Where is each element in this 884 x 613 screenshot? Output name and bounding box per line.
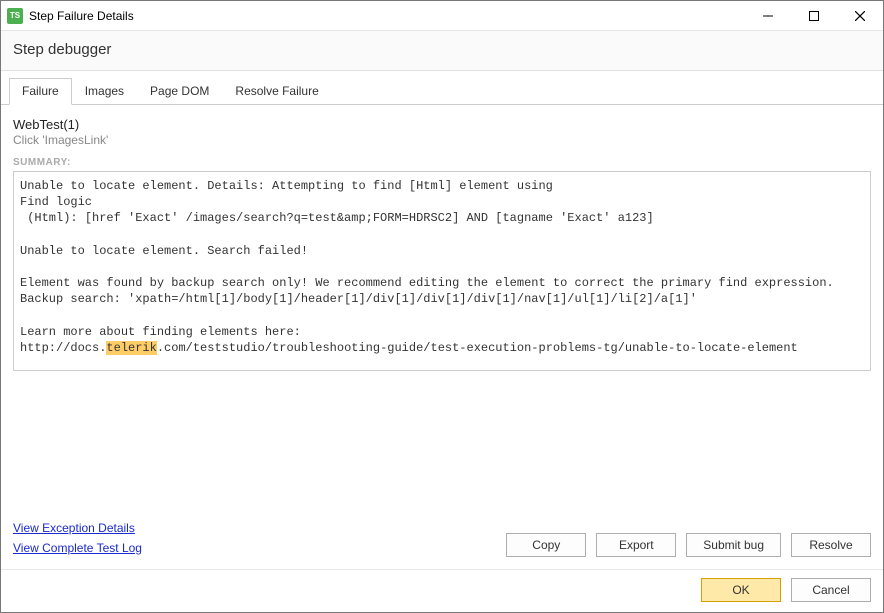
tab-images[interactable]: Images — [72, 78, 137, 105]
summary-textbox[interactable]: Unable to locate element. Details: Attem… — [13, 171, 871, 371]
tab-page-dom[interactable]: Page DOM — [137, 78, 222, 105]
tabs: Failure Images Page DOM Resolve Failure — [1, 71, 883, 105]
summary-pre2: .com/teststudio/troubleshooting-guide/te… — [157, 341, 798, 355]
step-description: Click 'ImagesLink' — [13, 133, 871, 147]
titlebar: TS Step Failure Details — [1, 1, 883, 31]
summary-highlight: telerik — [106, 341, 156, 355]
app-icon: TS — [7, 8, 23, 24]
summary-pre1: Unable to locate element. Details: Attem… — [20, 179, 834, 355]
copy-button[interactable]: Copy — [506, 533, 586, 557]
page-subtitle: Step debugger — [1, 31, 883, 71]
view-exception-link[interactable]: View Exception Details — [13, 521, 135, 535]
window-title: Step Failure Details — [29, 9, 134, 23]
content-area: WebTest(1) Click 'ImagesLink' SUMMARY: U… — [1, 105, 883, 569]
close-button[interactable] — [837, 1, 883, 31]
minimize-button[interactable] — [745, 1, 791, 31]
cancel-button[interactable]: Cancel — [791, 578, 871, 602]
test-name: WebTest(1) — [13, 117, 871, 132]
submit-bug-button[interactable]: Submit bug — [686, 533, 781, 557]
spacer — [13, 371, 871, 521]
tab-resolve-failure[interactable]: Resolve Failure — [222, 78, 331, 105]
link-actions-row: View Exception Details View Complete Tes… — [13, 521, 871, 561]
links-block: View Exception Details View Complete Tes… — [13, 521, 142, 561]
bottom-bar: OK Cancel — [1, 569, 883, 612]
action-buttons: Copy Export Submit bug Resolve — [506, 533, 871, 561]
view-log-link[interactable]: View Complete Test Log — [13, 541, 142, 555]
maximize-button[interactable] — [791, 1, 837, 31]
window-controls — [745, 1, 883, 31]
tab-failure[interactable]: Failure — [9, 78, 72, 105]
export-button[interactable]: Export — [596, 533, 676, 557]
resolve-button[interactable]: Resolve — [791, 533, 871, 557]
summary-label: SUMMARY: — [13, 157, 871, 168]
ok-button[interactable]: OK — [701, 578, 781, 602]
